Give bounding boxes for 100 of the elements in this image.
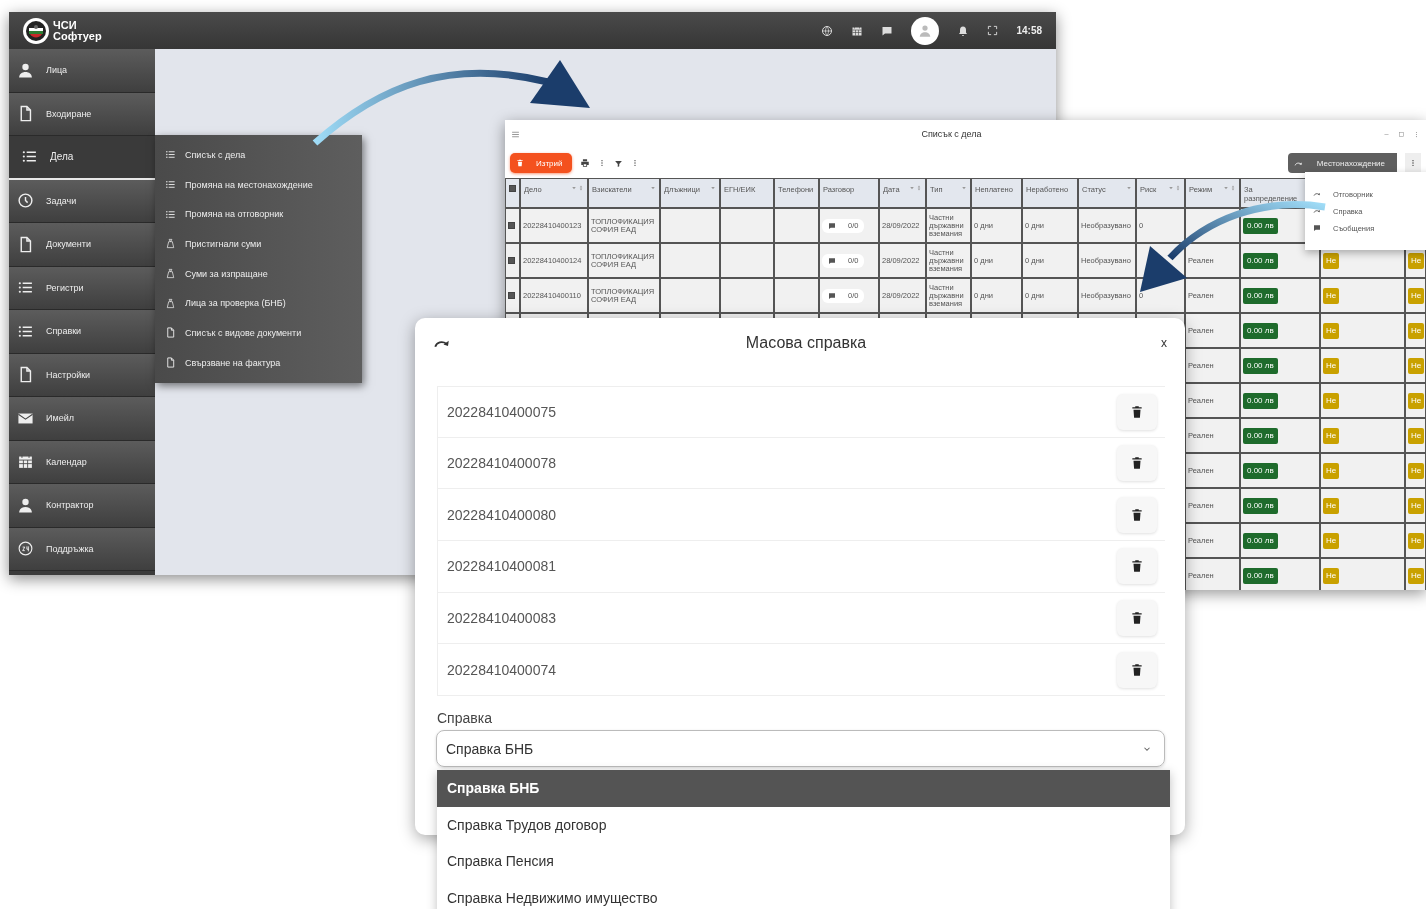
- submenu-item[interactable]: Списък с видове документи: [155, 318, 362, 348]
- document-icon: [165, 327, 176, 339]
- amount-badge: 0.00 лв: [1243, 217, 1278, 234]
- filter-icon: [909, 185, 915, 191]
- maximize-icon: [1398, 130, 1405, 138]
- case-number: 20228410400083: [447, 610, 556, 627]
- calendar-icon: [17, 453, 34, 471]
- chat-icon: [881, 24, 894, 37]
- submenu-item[interactable]: Суми за изпращане: [155, 258, 362, 289]
- submenu-item[interactable]: Промяна на местонахождение: [155, 169, 362, 200]
- list-icon: [165, 179, 176, 191]
- dropdown-option[interactable]: Справка Пенсия: [437, 843, 1170, 880]
- message-icon: [828, 291, 836, 300]
- delete-button[interactable]: [1117, 600, 1157, 637]
- flag-badge: Не: [1323, 357, 1340, 374]
- trash-icon: [1130, 662, 1144, 677]
- submenu-item[interactable]: Промяна на отговорник: [155, 199, 362, 230]
- location-button[interactable]: Местонахождение: [1287, 153, 1397, 173]
- notifications-icon: [957, 24, 970, 37]
- curved-arrow-icon: [1313, 190, 1321, 198]
- sidebar-item[interactable]: Календар: [9, 440, 155, 484]
- flag-badge: Не: [1408, 427, 1425, 444]
- amount-badge: 0.00 лв: [1243, 322, 1278, 339]
- submenu-item[interactable]: Свързване на фактура: [155, 347, 362, 378]
- globe-icon: [821, 24, 834, 37]
- curved-arrow-icon: [1313, 207, 1321, 215]
- flag-badge: Не: [1408, 497, 1425, 514]
- sidebar-item[interactable]: Настройки: [9, 353, 155, 397]
- logo-text: Софтуер: [53, 30, 102, 42]
- checkbox[interactable]: [508, 257, 515, 264]
- logo-icon: [23, 17, 49, 44]
- checkbox[interactable]: [508, 222, 515, 229]
- delete-button[interactable]: [1117, 445, 1157, 482]
- amount-badge: 0.00 лв: [1243, 287, 1278, 304]
- dropdown-option[interactable]: Справка Недвижимо имущество: [437, 879, 1170, 909]
- logo-text: ЧСИ: [53, 19, 78, 31]
- sidebar-item[interactable]: Входиране: [9, 92, 155, 136]
- sidebar-item[interactable]: Документи: [9, 223, 155, 267]
- clock-icon: [17, 192, 34, 210]
- sidebar-item[interactable]: Справки: [9, 310, 155, 354]
- document-icon: [165, 357, 176, 369]
- trash-icon: [1130, 404, 1144, 419]
- sidebar-item[interactable]: Контрактор: [9, 484, 155, 528]
- amount-badge: 0.00 лв: [1243, 497, 1278, 514]
- delete-button[interactable]: [1117, 496, 1157, 533]
- amount-badge: 0.00 лв: [1243, 252, 1278, 269]
- amount-badge: 0.00 лв: [1243, 392, 1278, 409]
- flag-badge: Не: [1408, 532, 1425, 549]
- sidebar-item[interactable]: Имейл: [9, 397, 155, 441]
- person-icon: [918, 23, 933, 38]
- flag-badge: Не: [1408, 392, 1425, 409]
- sort-icon: [916, 185, 922, 191]
- dropdown-option[interactable]: Справка Трудов договор: [437, 806, 1170, 843]
- dialog-title: Масова справка: [744, 334, 868, 352]
- flag-badge: Не: [1323, 497, 1340, 514]
- flag-badge: Не: [1408, 462, 1425, 479]
- select-field[interactable]: Справка БНБ: [436, 730, 1165, 768]
- filter-button[interactable]: [614, 158, 624, 168]
- case-number: 20228410400080: [447, 506, 556, 523]
- trash-icon: [1130, 559, 1144, 574]
- flag-badge: Не: [1323, 427, 1340, 444]
- delete-button[interactable]: [1117, 393, 1157, 430]
- filter-icon: [961, 185, 967, 191]
- flag-badge: Не: [1408, 287, 1425, 304]
- close-button[interactable]: x: [1161, 336, 1167, 350]
- sidebar-item[interactable]: Лица: [9, 49, 155, 93]
- print-button[interactable]: [580, 158, 591, 168]
- submenu-item[interactable]: Лица за проверка (БНБ): [155, 288, 362, 319]
- more-icon: [1409, 159, 1417, 167]
- case-number: 20228410400074: [447, 661, 556, 678]
- sort-icon: [1230, 185, 1236, 191]
- message-icon: [828, 221, 836, 230]
- amount-badge: 0.00 лв: [1243, 462, 1278, 479]
- filter-icon: [614, 158, 624, 168]
- submenu-item[interactable]: Списък с дела: [155, 140, 362, 170]
- sort-icon: [578, 185, 584, 191]
- fullscreen-icon: [987, 25, 999, 36]
- calendar-icon: [851, 24, 864, 37]
- delete-button[interactable]: [1117, 651, 1157, 688]
- flag-badge: Не: [1323, 462, 1340, 479]
- clock: 14:58: [1016, 25, 1042, 36]
- amount-badge: 0.00 лв: [1243, 357, 1278, 374]
- avatar[interactable]: [911, 16, 940, 45]
- dropdown-option[interactable]: Справка БНБ: [437, 770, 1170, 807]
- flag-badge: Не: [1323, 287, 1340, 304]
- delete-button[interactable]: [1117, 548, 1157, 585]
- checkbox[interactable]: [508, 292, 515, 299]
- sidebar-item[interactable]: Задачи: [9, 179, 155, 223]
- sidebar-item[interactable]: Регистри: [9, 266, 155, 310]
- flag-badge: Не: [1408, 567, 1425, 584]
- sort-icon: [1175, 185, 1181, 191]
- money-bag-icon: [165, 268, 176, 280]
- checkbox[interactable]: [509, 185, 516, 192]
- amount-badge: 0.00 лв: [1243, 567, 1278, 584]
- filter-icon: [1126, 185, 1132, 191]
- sidebar-item[interactable]: Поддръжка: [9, 527, 155, 571]
- flag-badge: Не: [1323, 322, 1340, 339]
- person-icon: [17, 61, 34, 79]
- filter-icon: [1223, 185, 1229, 191]
- submenu-item[interactable]: Пристигнали суми: [155, 229, 362, 259]
